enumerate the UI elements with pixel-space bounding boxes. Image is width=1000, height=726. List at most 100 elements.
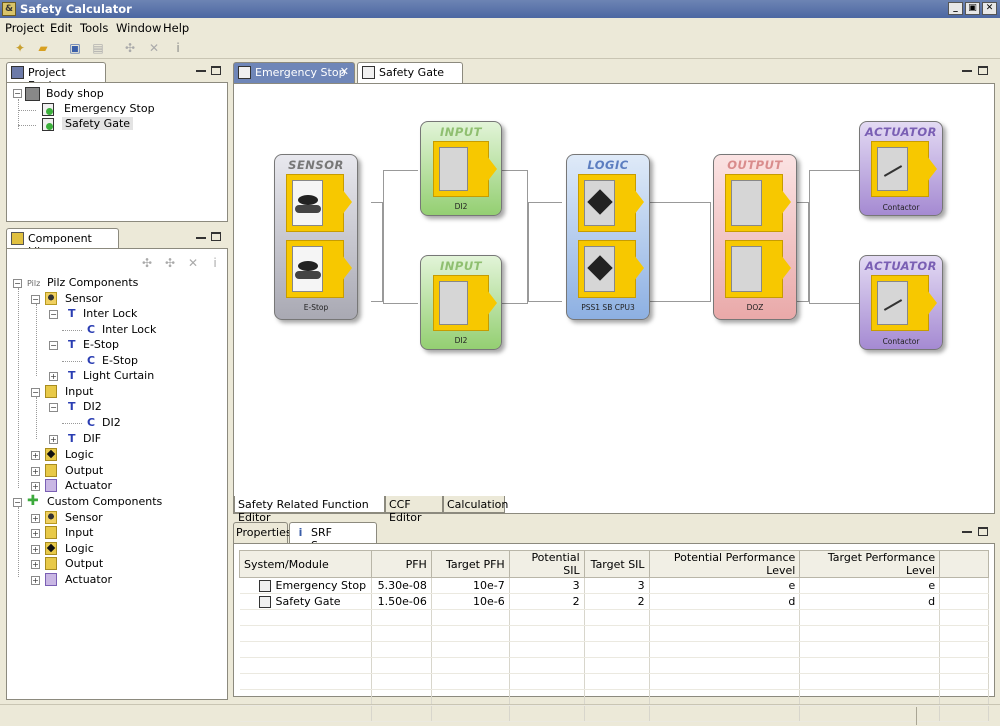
output-slot[interactable] <box>725 174 791 232</box>
input-block[interactable]: INPUT DI2 <box>420 255 502 350</box>
input-slot[interactable] <box>433 275 497 331</box>
tree-di2-component[interactable]: DI2 <box>102 415 121 431</box>
maximize-project-explorer-icon[interactable] <box>211 66 221 75</box>
minimize-summary-icon[interactable] <box>962 531 972 533</box>
close-tab-icon[interactable]: ✕ <box>340 65 349 78</box>
column-header[interactable]: Target Performance Level <box>799 550 941 578</box>
tab-properties[interactable]: Properties <box>233 522 292 543</box>
new-icon[interactable]: ✦ <box>12 40 28 56</box>
sensor-block[interactable]: SENSOR E-Stop <box>274 154 358 320</box>
tree-light-curtain[interactable]: Light Curtain <box>83 368 154 384</box>
collapse-toggle[interactable]: + <box>49 372 58 381</box>
add-component-icon[interactable]: ✣ <box>122 40 138 56</box>
column-header[interactable]: Potential Performance Level <box>648 550 801 578</box>
tree-item-body-shop[interactable]: Body shop <box>46 87 104 100</box>
tree-custom-sensor[interactable]: Sensor <box>65 510 103 526</box>
estop-slot[interactable] <box>286 240 352 298</box>
restore-button[interactable]: ▣ <box>965 2 980 15</box>
tree-inter-lock-component[interactable]: Inter Lock <box>102 322 156 338</box>
actuator-block[interactable]: ACTUATOR Contactor <box>859 255 943 350</box>
minimize-project-explorer-icon[interactable] <box>196 70 206 72</box>
collapse-toggle[interactable]: − <box>31 388 40 397</box>
maximize-summary-icon[interactable] <box>978 527 988 536</box>
expand-toggle[interactable]: + <box>31 560 40 569</box>
collapse-toggle[interactable]: − <box>13 279 22 288</box>
output-block[interactable]: OUTPUT DOZ <box>713 154 797 320</box>
add-icon[interactable]: ✣ <box>139 255 155 271</box>
expand-toggle[interactable]: + <box>31 529 40 538</box>
input-block[interactable]: INPUT DI2 <box>420 121 502 216</box>
column-header[interactable]: System/Module <box>239 550 372 578</box>
minimize-button[interactable]: _ <box>948 2 963 15</box>
tree-custom-output[interactable]: Output <box>65 556 103 572</box>
tree-custom-actuator[interactable]: Actuator <box>65 572 112 588</box>
tree-pilz-components[interactable]: Pilz Components <box>47 275 138 291</box>
info-icon[interactable]: i <box>170 40 186 56</box>
delete-icon[interactable]: ✕ <box>185 255 201 271</box>
maximize-library-icon[interactable] <box>211 232 221 241</box>
tree-e-stop-type[interactable]: E-Stop <box>83 337 119 353</box>
menu-tools[interactable]: Tools <box>80 21 108 35</box>
tree-logic[interactable]: Logic <box>65 447 94 463</box>
tree-custom-components[interactable]: Custom Components <box>47 494 162 510</box>
tree-input[interactable]: Input <box>65 384 93 400</box>
column-header[interactable]: Target PFH <box>430 550 510 578</box>
collapse-toggle[interactable]: − <box>13 498 22 507</box>
tree-inter-lock-type[interactable]: Inter Lock <box>83 306 137 322</box>
collapse-toggle[interactable]: + <box>49 435 58 444</box>
tab-component-library[interactable]: Component Library <box>6 228 119 258</box>
collapse-toggle[interactable]: − <box>13 89 22 98</box>
column-header[interactable]: PFH <box>370 550 432 578</box>
tree-item-emergency-stop[interactable]: Emergency Stop <box>64 102 155 115</box>
menu-project[interactable]: Project <box>5 21 44 35</box>
tree-e-stop-component[interactable]: E-Stop <box>102 353 138 369</box>
tab-srf-summary[interactable]: i SRF Summary <box>289 522 377 552</box>
menu-help[interactable]: Help <box>163 21 189 35</box>
info-icon[interactable]: i <box>207 255 223 271</box>
column-header[interactable]: Target SIL <box>583 550 650 578</box>
estop-slot[interactable] <box>286 174 352 232</box>
expand-toggle[interactable]: + <box>31 467 40 476</box>
expand-toggle[interactable]: + <box>31 576 40 585</box>
maximize-editor-icon[interactable] <box>978 66 988 75</box>
column-header[interactable]: Potential SIL <box>508 550 585 578</box>
close-button[interactable]: ✕ <box>982 2 997 15</box>
actuator-slot[interactable] <box>871 141 937 197</box>
input-slot[interactable] <box>433 141 497 197</box>
tree-custom-logic[interactable]: Logic <box>65 541 94 557</box>
print-icon[interactable]: ▤ <box>90 40 106 56</box>
tab-project-explorer[interactable]: Project Explorer <box>6 62 106 92</box>
logic-slot[interactable] <box>578 174 644 232</box>
table-row[interactable]: Emergency Stop 5.30e-08 10e-7 3 3 e e <box>239 577 989 594</box>
tab-ccf-editor[interactable]: CCF Editor <box>385 496 443 524</box>
tree-sensor[interactable]: Sensor <box>65 291 103 307</box>
actuator-block[interactable]: ACTUATOR Contactor <box>859 121 943 216</box>
tree-di2-type[interactable]: DI2 <box>83 399 102 415</box>
menu-edit[interactable]: Edit <box>50 21 72 35</box>
collapse-toggle[interactable]: − <box>49 403 58 412</box>
add-icon[interactable]: ✣ <box>162 255 178 271</box>
logic-slot[interactable] <box>578 240 644 298</box>
table-row[interactable]: Safety Gate 1.50e-06 10e-6 2 2 d d <box>239 593 989 610</box>
tree-item-safety-gate[interactable]: Safety Gate <box>62 117 134 130</box>
output-slot[interactable] <box>725 240 791 298</box>
collapse-toggle[interactable]: − <box>49 310 58 319</box>
expand-toggle[interactable]: + <box>31 545 40 554</box>
tree-dif[interactable]: DIF <box>83 431 101 447</box>
minimize-library-icon[interactable] <box>196 237 206 239</box>
expand-toggle[interactable]: + <box>31 451 40 460</box>
tab-calculation[interactable]: Calculation <box>443 496 508 513</box>
minimize-editor-icon[interactable] <box>962 70 972 72</box>
open-folder-icon[interactable]: ▰ <box>35 40 51 56</box>
logic-block[interactable]: LOGIC PSS1 SB CPU3 <box>566 154 650 320</box>
save-icon[interactable]: ▣ <box>67 40 83 56</box>
menu-window[interactable]: Window <box>116 21 161 35</box>
tree-actuator[interactable]: Actuator <box>65 478 112 494</box>
tab-safety-gate[interactable]: Safety Gate <box>357 62 463 83</box>
expand-toggle[interactable]: + <box>31 514 40 523</box>
tree-custom-input[interactable]: Input <box>65 525 93 541</box>
tree-output[interactable]: Output <box>65 463 103 479</box>
collapse-toggle[interactable]: − <box>49 341 58 350</box>
tab-emergency-stop[interactable]: Emergency Stop ✕ <box>233 62 355 83</box>
srf-editor-canvas[interactable]: SENSOR E-Stop INPUT DI2 INPUT DI2 LOGIC … <box>233 83 995 514</box>
